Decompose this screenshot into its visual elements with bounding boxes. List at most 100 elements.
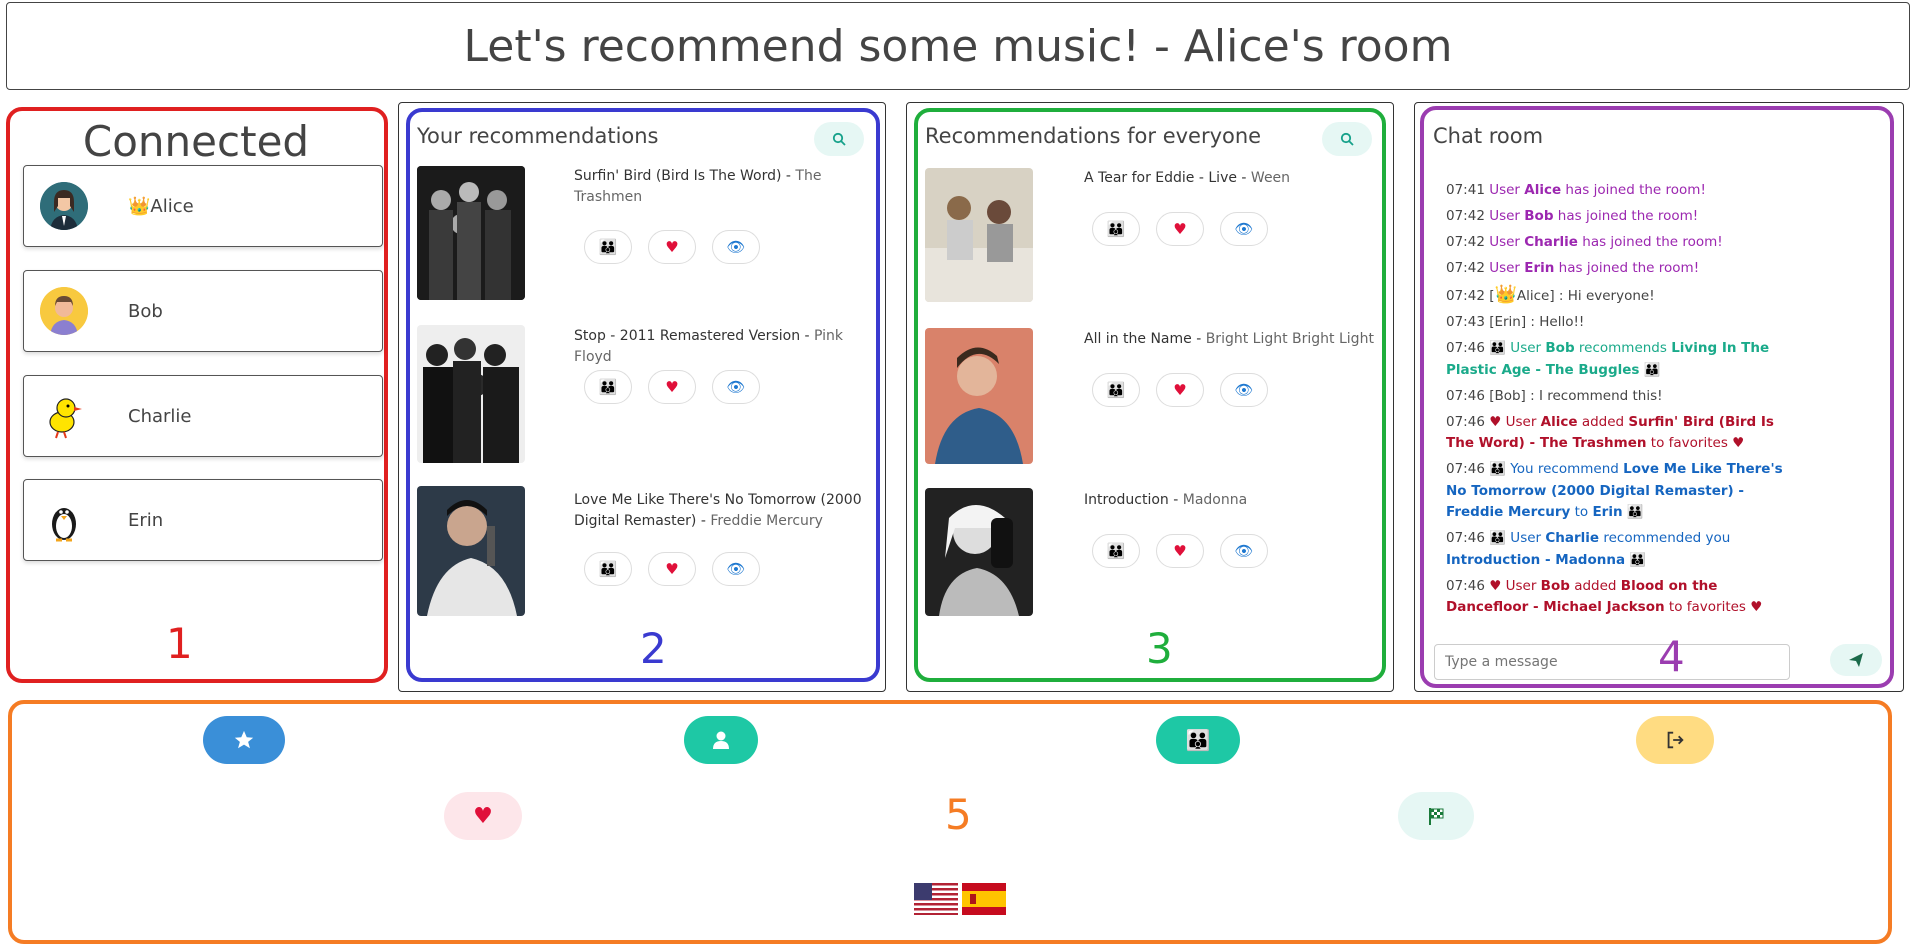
user-card-charlie[interactable]: Charlie <box>23 375 383 457</box>
song-title: All in the Name <box>1084 331 1192 347</box>
user-name-alice: Alice <box>150 195 194 217</box>
chat-message: 07:42 User Erin has joined the room! <box>1446 260 1700 276</box>
chat-message: 07:46 👪 You recommend Love Me Like There… <box>1446 461 1783 520</box>
favorites-button[interactable]: ♥ <box>444 792 522 840</box>
album-cover <box>417 325 525 463</box>
user-name-bob: Bob <box>128 300 163 322</box>
album-cover <box>417 486 525 616</box>
album-cover <box>417 166 525 300</box>
favorites-list-button[interactable] <box>203 716 285 764</box>
send-icon <box>1849 653 1863 667</box>
song-artist: Madonna <box>1182 492 1248 508</box>
chat-message: 07:42 User Bob has joined the room! <box>1446 208 1699 224</box>
family-icon: 👪 <box>1629 551 1647 568</box>
chat-message: 07:46 [Bob] : I recommend this! <box>1446 387 1663 404</box>
finish-button[interactable] <box>1398 792 1474 840</box>
recommend-everyone-button[interactable]: 👪 <box>584 552 632 586</box>
view-button[interactable]: 👁 <box>712 370 760 404</box>
recommend-everyone-button[interactable]: 👪 <box>1092 212 1140 246</box>
user-icon <box>713 731 729 749</box>
view-button[interactable]: 👁 <box>712 230 760 264</box>
search-icon <box>832 132 846 146</box>
send-button[interactable] <box>1830 644 1882 676</box>
user-card-alice[interactable]: 👑Alice <box>23 165 383 247</box>
view-button[interactable]: 👁 <box>1220 534 1268 568</box>
connected-title: Connected <box>82 117 310 166</box>
profile-button[interactable] <box>684 716 758 764</box>
song-artist: Ween <box>1250 170 1291 186</box>
page-header: Let's recommend some music! - Alice's ro… <box>6 2 1910 90</box>
heart-icon: ♥ <box>1732 435 1745 451</box>
user-name-erin: Erin <box>128 509 164 531</box>
family-icon: 👪 <box>1489 530 1507 546</box>
page-title: Let's recommend some music! - Alice's ro… <box>463 20 1453 72</box>
album-cover <box>925 328 1033 464</box>
es-flag-icon[interactable] <box>962 883 1006 915</box>
album-cover <box>925 168 1033 302</box>
chat-title: Chat room <box>1433 124 1544 148</box>
region-number-3: 3 <box>1146 624 1173 673</box>
chat-message: 07:46 👪 User Charlie recommended you Int… <box>1446 530 1731 568</box>
favorite-button[interactable]: ♥ <box>648 230 696 264</box>
recommend-everyone-button[interactable]: 👪 <box>1092 534 1140 568</box>
recommend-everyone-button[interactable]: 👪 <box>584 370 632 404</box>
user-name-charlie: Charlie <box>128 405 192 427</box>
favorite-button[interactable]: ♥ <box>1156 534 1204 568</box>
region-number-2: 2 <box>640 624 667 673</box>
chat-message: 07:42 [👑Alice] : Hi everyone! <box>1446 284 1655 305</box>
your-recommendations-title: Your recommendations <box>417 124 659 148</box>
family-icon: 👪 <box>1489 340 1507 356</box>
crown-icon: 👑 <box>128 195 151 217</box>
search-icon <box>1340 132 1354 146</box>
chat-message: 07:46 ♥ User Bob added Blood on the Danc… <box>1446 577 1763 616</box>
heart-icon: ♥ <box>1750 599 1763 615</box>
us-flag-icon[interactable] <box>914 883 958 915</box>
family-icon: 👪 <box>1643 361 1661 378</box>
family-icon: 👪 <box>1185 728 1211 752</box>
chat-message: 07:41 User Alice has joined the room! <box>1446 182 1706 198</box>
song-title: Surfin' Bird (Bird Is The Word) <box>574 168 782 184</box>
logout-icon <box>1667 731 1684 749</box>
heart-icon: ♥ <box>473 803 493 829</box>
song-title: Introduction <box>1084 492 1169 508</box>
view-button[interactable]: 👁 <box>712 552 760 586</box>
recommend-everyone-button[interactable]: 👪 <box>1092 373 1140 407</box>
everyone-recommendations-title: Recommendations for everyone <box>925 124 1262 148</box>
song-title: A Tear for Eddie - Live <box>1084 170 1237 186</box>
favorite-button[interactable]: ♥ <box>1156 373 1204 407</box>
album-cover <box>925 488 1033 616</box>
crown-icon: 👑 <box>1494 284 1517 305</box>
chat-message: 07:46 ♥ User Alice added Surfin' Bird (B… <box>1446 413 1774 452</box>
view-button[interactable]: 👁 <box>1220 212 1268 246</box>
region-number-4: 4 <box>1658 632 1685 681</box>
user-card-bob[interactable]: Bob <box>23 270 383 352</box>
leave-room-button[interactable] <box>1636 716 1714 764</box>
chat-message: 07:46 👪 User Bob recommends Living In Th… <box>1446 340 1770 378</box>
heart-icon: ♥ <box>1489 577 1502 594</box>
chick-avatar-icon <box>40 392 88 440</box>
region-number-5: 5 <box>945 790 972 839</box>
group-recommend-button[interactable]: 👪 <box>1156 716 1240 764</box>
woman-avatar-icon <box>40 182 88 230</box>
chat-messages: 07:41 User Alice has joined the room! 07… <box>1446 180 1791 623</box>
chat-message: 07:42 User Charlie has joined the room! <box>1446 234 1723 250</box>
family-icon: 👪 <box>1626 504 1644 520</box>
chat-message-input[interactable] <box>1434 644 1790 680</box>
favorite-button[interactable]: ♥ <box>648 552 696 586</box>
connected-panel: Connected 👑Alice Bob Charlie Erin 1 <box>6 107 388 683</box>
search-button[interactable] <box>814 122 864 156</box>
checkered-flag-icon <box>1429 808 1444 825</box>
view-button[interactable]: 👁 <box>1220 373 1268 407</box>
song-artist: Bright Light Bright Light <box>1205 331 1374 347</box>
search-button[interactable] <box>1322 122 1372 156</box>
heart-icon: ♥ <box>1489 413 1502 430</box>
chat-message: 07:43 [Erin] : Hello!! <box>1446 314 1585 330</box>
user-card-erin[interactable]: Erin <box>23 479 383 561</box>
recommend-everyone-button[interactable]: 👪 <box>584 230 632 264</box>
region-number-1: 1 <box>166 619 193 668</box>
favorite-button[interactable]: ♥ <box>1156 212 1204 246</box>
song-title: Stop - 2011 Remastered Version <box>574 328 801 344</box>
family-icon: 👪 <box>1489 461 1507 477</box>
favorite-button[interactable]: ♥ <box>648 370 696 404</box>
star-icon <box>234 730 254 749</box>
